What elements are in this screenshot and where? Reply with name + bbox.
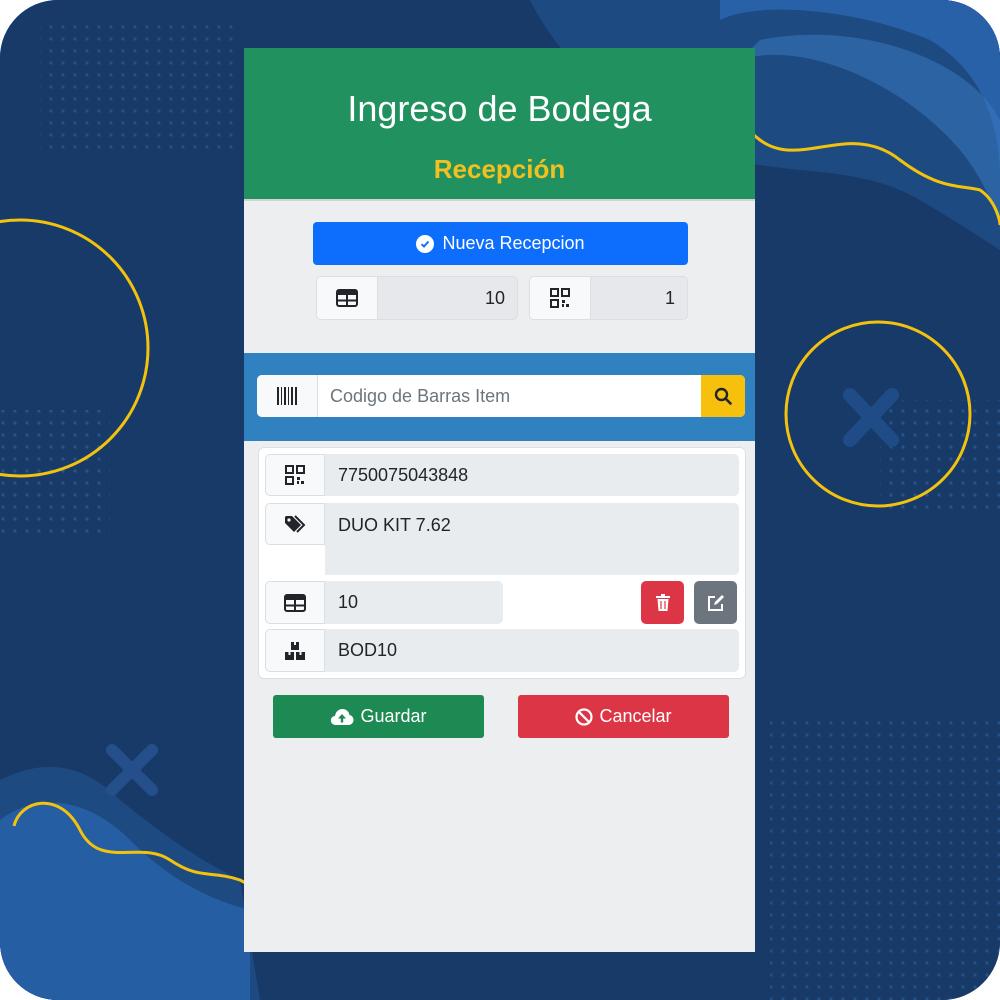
app-screen: Ingreso de Bodega Recepción Nueva Recepc… — [244, 48, 755, 952]
item-description-row: DUO KIT 7.62 — [265, 503, 739, 575]
quantity-counter-value: 10 — [484, 288, 505, 308]
scan-bar — [244, 353, 755, 441]
check-circle-icon — [416, 234, 435, 253]
table-icon — [317, 277, 378, 319]
cloud-upload-icon — [331, 708, 354, 725]
item-warehouse-field[interactable]: BOD10 — [325, 629, 739, 672]
ban-icon — [575, 707, 594, 726]
cancel-label: Cancelar — [599, 706, 672, 726]
items-counter: 1 — [529, 276, 688, 320]
save-label: Guardar — [360, 706, 427, 726]
quantity-counter: 10 — [316, 276, 518, 320]
new-reception-button[interactable]: Nueva Recepcion — [313, 222, 688, 265]
page-subtitle: Recepción — [433, 154, 566, 184]
item-warehouse-row: BOD10 — [265, 629, 739, 672]
trash-icon — [655, 593, 670, 611]
search-button[interactable] — [701, 375, 745, 417]
boxes-icon — [265, 629, 325, 672]
qrcode-icon — [530, 277, 591, 319]
delete-button[interactable] — [641, 581, 684, 624]
cancel-button[interactable]: Cancelar — [518, 695, 729, 738]
search-icon — [714, 387, 732, 405]
table-icon — [265, 581, 325, 624]
edit-icon — [707, 594, 724, 611]
barcode-input[interactable] — [318, 375, 701, 417]
edit-button[interactable] — [694, 581, 737, 624]
qrcode-icon — [265, 454, 325, 496]
barcode-icon — [257, 375, 318, 417]
items-counter-value: 1 — [664, 288, 675, 308]
page-title: Ingreso de Bodega — [347, 88, 652, 129]
header-divider — [244, 199, 755, 201]
save-button[interactable]: Guardar — [273, 695, 484, 738]
item-detail-card: 7750075043848 DUO KIT 7.62 10 BOD10 — [258, 447, 746, 679]
app-header: Ingreso de Bodega Recepción — [244, 48, 755, 199]
item-code-field[interactable]: 7750075043848 — [325, 454, 739, 496]
item-quantity-field[interactable]: 10 — [325, 581, 503, 624]
item-code-row: 7750075043848 — [265, 454, 739, 496]
barcode-search-group — [257, 375, 745, 417]
new-reception-label: Nueva Recepcion — [442, 233, 585, 253]
tag-icon — [265, 503, 325, 545]
item-description-field[interactable]: DUO KIT 7.62 — [325, 503, 739, 575]
item-quantity-row: 10 — [265, 581, 505, 624]
